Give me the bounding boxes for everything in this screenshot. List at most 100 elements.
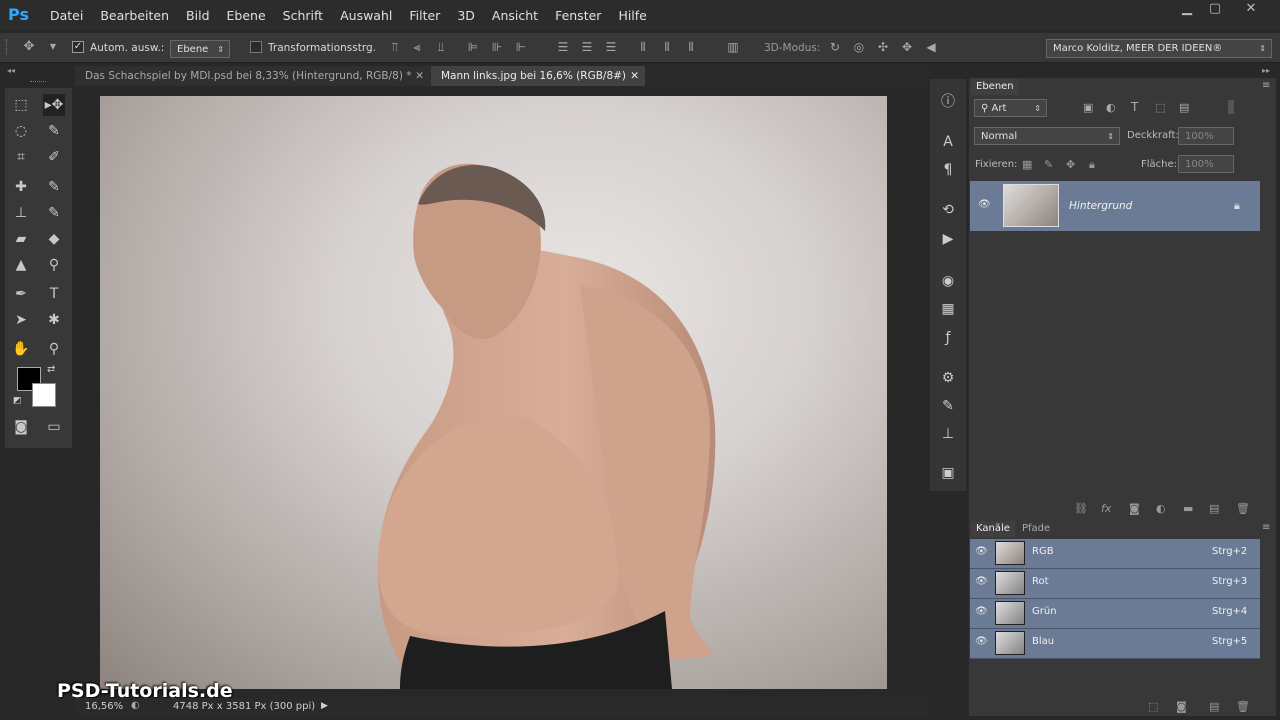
adjustments-icon[interactable]: ⚙	[938, 368, 958, 388]
new-layer-icon[interactable]: ▤	[1209, 502, 1219, 515]
add-mask-icon[interactable]: ◙	[1129, 502, 1140, 515]
eraser-icon[interactable]: ▰	[10, 228, 32, 250]
quick-mask-icon[interactable]: ◙	[10, 416, 32, 438]
distribute-top-icon[interactable]: ☰	[556, 40, 570, 54]
align-top-icon[interactable]: ⫪	[388, 40, 402, 54]
transform-controls-checkbox[interactable]	[250, 41, 262, 53]
close-tab-icon[interactable]: ✕	[630, 66, 639, 86]
clone-stamp-icon[interactable]: ⊥	[10, 202, 32, 224]
distribute-bottom-icon[interactable]: ☰	[604, 40, 618, 54]
document-image[interactable]	[100, 96, 887, 689]
layer-row-hintergrund[interactable]: 👁︎ Hintergrund 🔒︎	[970, 181, 1260, 231]
fx-icon[interactable]: ƒ	[938, 328, 958, 348]
roll-3d-icon[interactable]: ◎	[852, 40, 866, 54]
visibility-eye-icon[interactable]: 👁︎	[975, 636, 988, 647]
distribute-right-icon[interactable]: ⫴	[684, 40, 698, 54]
type-tool-icon[interactable]: T	[43, 283, 65, 305]
character-icon[interactable]: A	[938, 132, 958, 152]
brush-icon[interactable]: ✎	[43, 176, 65, 198]
history-brush-icon[interactable]: ✎	[43, 202, 65, 224]
channel-row-blau[interactable]: 👁︎ Blau Strg+5	[970, 629, 1260, 659]
pan-3d-icon[interactable]: ✣	[876, 40, 890, 54]
rectangular-marquee-icon[interactable]: ⬚	[10, 94, 32, 116]
paint-bucket-icon[interactable]: ◆	[43, 228, 65, 250]
paragraph-icon[interactable]: ¶	[938, 160, 958, 180]
menu-bearbeiten[interactable]: Bearbeiten	[100, 8, 169, 23]
pen-icon[interactable]: ✒	[10, 283, 32, 305]
menu-fenster[interactable]: Fenster	[555, 8, 601, 23]
visibility-eye-icon[interactable]: 👁︎	[975, 576, 988, 587]
grip-handle[interactable]	[6, 39, 10, 55]
visibility-eye-icon[interactable]: 👁︎	[978, 199, 991, 210]
channel-row-gruen[interactable]: 👁︎ Grün Strg+4	[970, 599, 1260, 629]
distribute-vcenter-icon[interactable]: ☰	[580, 40, 594, 54]
status-menu-arrow-icon[interactable]: ▶	[321, 701, 328, 711]
scale-3d-icon[interactable]: ◀	[924, 40, 938, 54]
actions-play-icon[interactable]: ▶	[938, 229, 958, 249]
lock-position-icon[interactable]: ✥	[1066, 158, 1075, 171]
filter-toggle[interactable]	[1228, 100, 1234, 114]
maximize-button[interactable]: ▢	[1200, 0, 1230, 20]
tab-schachspiel[interactable]: Das Schachspiel by MDI.psd bei 8,33% (Hi…	[75, 66, 430, 86]
dodge-icon[interactable]: ⚲	[43, 254, 65, 276]
auto-select-checkbox[interactable]: ✓	[72, 41, 84, 53]
zoom-icon[interactable]: ⚲	[43, 338, 65, 360]
brushes-icon[interactable]: ✎	[938, 396, 958, 416]
minimize-button[interactable]: ▁	[1172, 0, 1202, 20]
menu-3d[interactable]: 3D	[457, 8, 475, 23]
lasso-icon[interactable]: ◌	[10, 120, 32, 142]
blur-icon[interactable]: ▲	[10, 254, 32, 276]
delete-layer-icon[interactable]: 🗑︎	[1236, 502, 1250, 515]
align-right-icon[interactable]: ⊩	[514, 40, 528, 54]
status-info-icon[interactable]: ◐	[131, 700, 140, 711]
slide-3d-icon[interactable]: ✥	[900, 40, 914, 54]
distribute-hcenter-icon[interactable]: ⫴	[660, 40, 674, 54]
lock-all-icon[interactable]: 🔒︎	[1089, 158, 1095, 172]
close-window-button[interactable]: ✕	[1236, 0, 1266, 20]
move-tool-icon[interactable]: ▸✥	[43, 94, 65, 116]
align-bottom-icon[interactable]: ⫫	[434, 40, 448, 54]
collapse-toolbar-icon[interactable]: ◂◂	[7, 66, 15, 75]
clone-source-icon[interactable]: ⊥	[938, 424, 958, 444]
channel-row-rgb[interactable]: 👁︎ RGB Strg+2	[970, 539, 1260, 569]
tab-mann-links[interactable]: Mann links.jpg bei 16,6% (RGB/8#) ✕	[431, 66, 645, 86]
filter-shape-icon[interactable]: ⬚	[1155, 101, 1165, 114]
grip-handle[interactable]	[30, 81, 46, 85]
auto-select-dropdown[interactable]: Ebene ⇕	[170, 40, 230, 58]
layer-fx-icon[interactable]: fx	[1101, 502, 1111, 515]
menu-filter[interactable]: Filter	[409, 8, 440, 23]
menu-auswahl[interactable]: Auswahl	[340, 8, 392, 23]
hand-icon[interactable]: ✋	[10, 338, 32, 360]
menu-hilfe[interactable]: Hilfe	[618, 8, 646, 23]
quick-selection-icon[interactable]: ✎	[43, 120, 65, 142]
layer-filter-dropdown[interactable]: ⚲ Art ⇕	[974, 99, 1047, 117]
filter-adjustment-icon[interactable]: ◐	[1106, 101, 1116, 114]
close-tab-icon[interactable]: ✕	[415, 66, 424, 86]
crop-icon[interactable]: ⌗	[10, 146, 32, 168]
lock-transparency-icon[interactable]: ▦	[1022, 158, 1032, 171]
tab-kanaele[interactable]: Kanäle	[971, 521, 1015, 537]
info-icon[interactable]: ⓘ	[938, 92, 958, 112]
panel-menu-icon[interactable]: ≡	[1262, 522, 1270, 533]
move-tool-preset-icon[interactable]: ✥	[22, 40, 36, 54]
orbit-3d-icon[interactable]: ↻	[828, 40, 842, 54]
background-color-swatch[interactable]	[32, 383, 56, 407]
distribute-left-icon[interactable]: ⫴	[636, 40, 650, 54]
chevron-down-icon[interactable]: ▼	[46, 40, 60, 54]
workspace-dropdown[interactable]: Marco Kolditz, MEER DER IDEEN® ⇕	[1046, 39, 1272, 58]
panel-menu-icon[interactable]: ≡	[1262, 80, 1270, 91]
custom-shape-icon[interactable]: ✱	[43, 309, 65, 331]
tab-pfade[interactable]: Pfade	[1017, 521, 1055, 537]
menu-bild[interactable]: Bild	[186, 8, 209, 23]
save-selection-icon[interactable]: ◙	[1176, 700, 1187, 713]
eyedropper-icon[interactable]: ✐	[43, 146, 65, 168]
filter-type-icon[interactable]: T	[1131, 100, 1138, 114]
align-hcenter-icon[interactable]: ⊪	[490, 40, 504, 54]
lock-pixels-icon[interactable]: ✎	[1044, 158, 1053, 171]
visibility-eye-icon[interactable]: 👁︎	[975, 546, 988, 557]
menu-datei[interactable]: Datei	[50, 8, 83, 23]
swatches-icon[interactable]: ◉	[938, 271, 958, 291]
history-icon[interactable]: ⟲	[938, 200, 958, 220]
menu-ebene[interactable]: Ebene	[227, 8, 266, 23]
default-colors-icon[interactable]: ◩	[13, 396, 22, 406]
